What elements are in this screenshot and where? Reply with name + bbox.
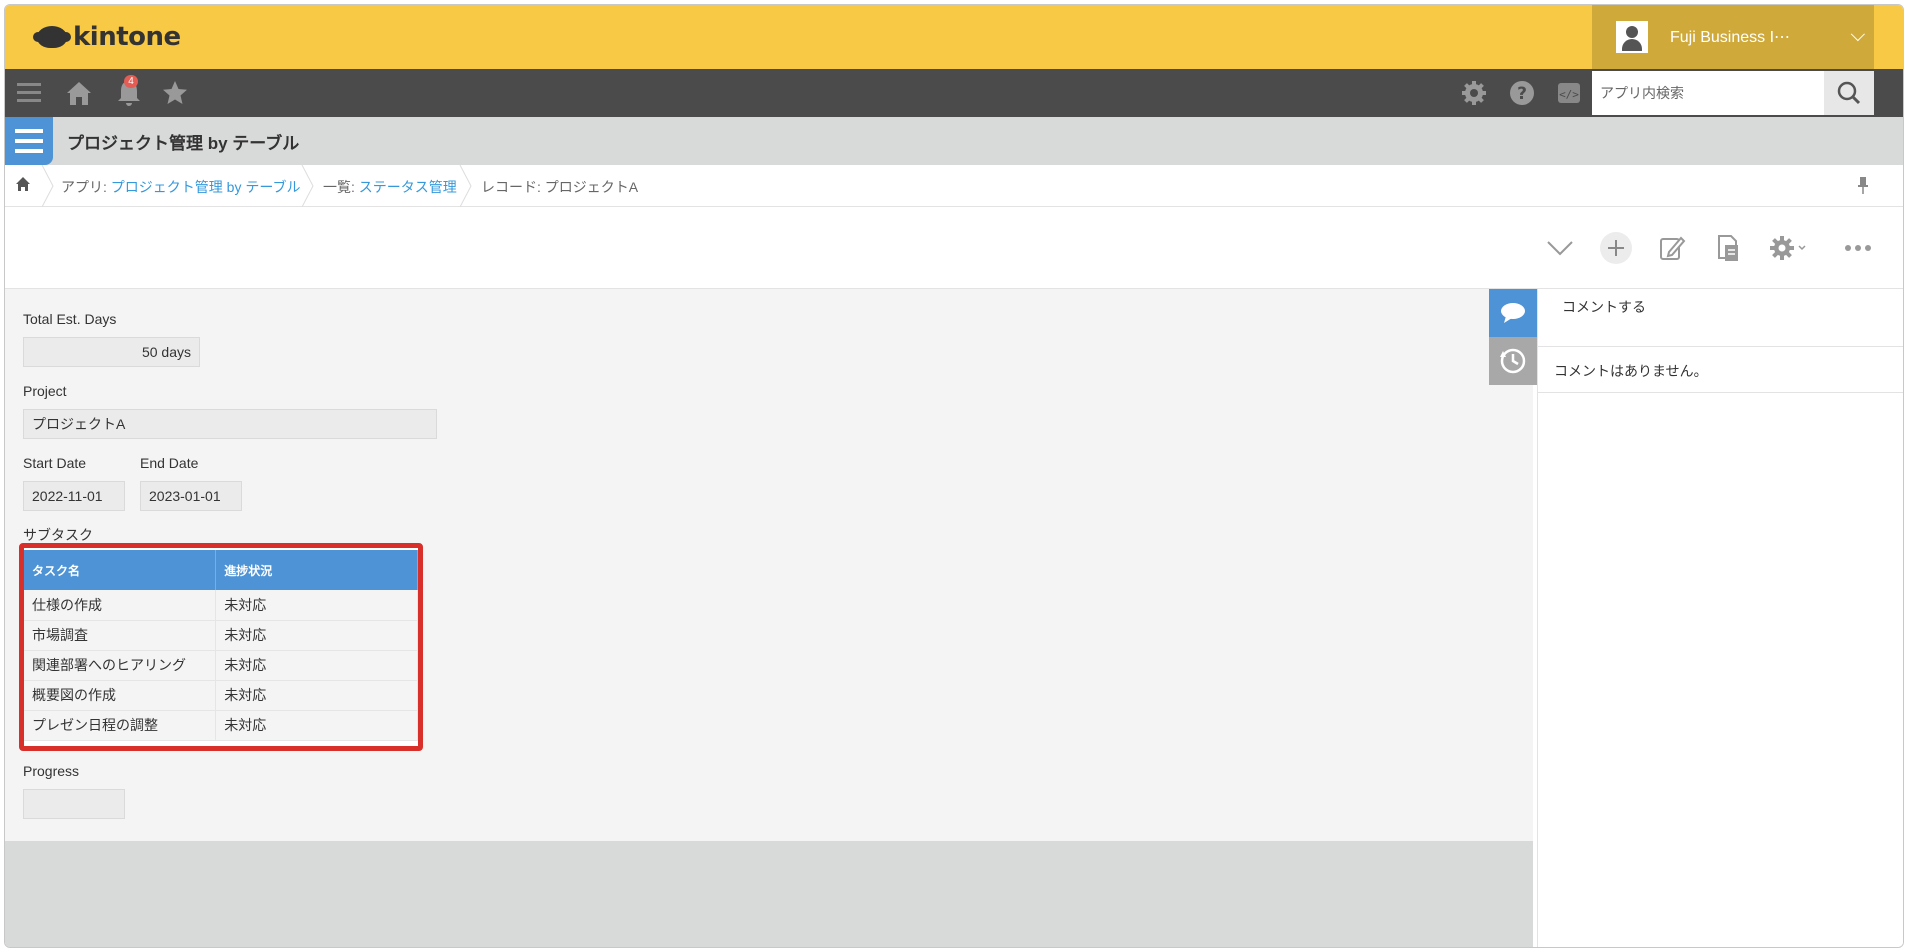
task-name-cell: 仕様の作成: [24, 590, 217, 621]
more-options-icon[interactable]: [1841, 231, 1875, 265]
subtask-table: タスク名 進捗状況 仕様の作成 未対応 市場調査 未対応 関連部署へのヒアリング…: [24, 550, 418, 741]
record-detail-area: Total Est. Days 50 days Project プロジェクトA …: [5, 289, 1533, 947]
app-title-bar: プロジェクト管理 by テーブル: [5, 117, 1903, 165]
global-header: kintone Fuji Business I⋯: [5, 5, 1903, 69]
subtable-highlight: タスク名 進捗状況 仕様の作成 未対応 市場調査 未対応 関連部署へのヒアリング…: [19, 543, 423, 751]
app-window: kintone Fuji Business I⋯ 4 ? </> アプリ内検索 …: [4, 4, 1904, 948]
pin-icon[interactable]: [1855, 175, 1871, 195]
record-form: Total Est. Days 50 days Project プロジェクトA …: [5, 289, 1533, 841]
start-date-label: Start Date: [23, 455, 87, 471]
end-date-label: End Date: [140, 455, 199, 471]
hamburger-menu-icon[interactable]: [13, 77, 45, 109]
record-settings-gear-icon[interactable]: [1767, 231, 1813, 265]
svg-text:?: ?: [1517, 84, 1527, 104]
task-name-cell: 市場調査: [24, 620, 217, 651]
breadcrumb-separator: [301, 165, 314, 207]
task-name-cell: 関連部署へのヒアリング: [24, 650, 217, 681]
chevron-down-icon[interactable]: [1543, 231, 1577, 265]
project-label: Project: [23, 383, 67, 399]
end-date-value: 2023-01-01: [140, 481, 242, 511]
tab-comments[interactable]: [1489, 289, 1537, 337]
record-action-bar: [5, 207, 1903, 289]
user-name: Fuji Business I⋯: [1670, 29, 1791, 46]
total-est-days-value: 50 days: [23, 337, 200, 367]
task-status-cell: 未対応: [215, 680, 418, 711]
task-name-cell: 概要図の作成: [24, 680, 217, 711]
no-comments-message: コメントはありません。: [1538, 347, 1903, 393]
table-row: プレゼン日程の調整 未対応: [24, 710, 418, 741]
comment-bubble-icon: [1501, 303, 1525, 323]
breadcrumb-view-link[interactable]: ステータス管理: [359, 179, 457, 195]
breadcrumb: アプリ: プロジェクト管理 by テーブル 一覧: ステータス管理 レコード: …: [5, 165, 1903, 207]
breadcrumb-view-prefix: 一覧:: [323, 179, 359, 195]
task-status-cell: 未対応: [215, 620, 418, 651]
subtable-label: サブタスク: [23, 527, 93, 543]
task-name-cell: プレゼン日程の調整: [24, 710, 217, 741]
svg-text:</>: </>: [1559, 88, 1579, 101]
table-row: 仕様の作成 未対応: [24, 590, 418, 621]
breadcrumb-app-prefix: アプリ:: [61, 179, 111, 195]
search-button[interactable]: [1824, 71, 1874, 115]
breadcrumb-app-link[interactable]: プロジェクト管理 by テーブル: [111, 179, 301, 195]
global-toolbar: 4 ? </>: [5, 69, 1903, 117]
tab-history[interactable]: [1489, 337, 1537, 385]
breadcrumb-record: レコード: プロジェクトA: [481, 179, 639, 195]
task-status-cell: 未対応: [215, 650, 418, 681]
start-date-value: 2022-11-01: [23, 481, 125, 511]
table-row: 市場調査 未対応: [24, 620, 418, 651]
user-menu[interactable]: Fuji Business I⋯: [1592, 5, 1874, 69]
help-icon[interactable]: ?: [1506, 77, 1538, 109]
task-status-cell: 未対応: [215, 710, 418, 741]
breadcrumb-home-icon[interactable]: [15, 175, 31, 196]
breadcrumb-separator: [41, 165, 54, 207]
settings-gear-icon[interactable]: [1458, 77, 1490, 109]
column-header-progress-status: 進捗状況: [215, 550, 418, 590]
breadcrumb-separator: [459, 165, 472, 207]
table-row: 関連部署へのヒアリング 未対応: [24, 650, 418, 681]
task-status-cell: 未対応: [215, 590, 418, 621]
comment-input[interactable]: コメントする: [1538, 289, 1903, 347]
table-header-row: タスク名 進捗状況: [24, 550, 418, 590]
home-icon[interactable]: [63, 77, 95, 109]
edit-pencil-icon[interactable]: [1655, 231, 1689, 265]
kintone-logo[interactable]: kintone: [33, 19, 181, 55]
total-est-days-label: Total Est. Days: [23, 311, 117, 327]
comments-panel: コメントする コメントはありません。: [1537, 289, 1903, 947]
logo-text: kintone: [73, 22, 181, 52]
add-record-button[interactable]: [1599, 231, 1633, 265]
favorites-star-icon[interactable]: [159, 77, 191, 109]
app-list-icon[interactable]: [5, 117, 53, 165]
project-value: プロジェクトA: [23, 409, 437, 439]
notification-badge: 4: [124, 75, 138, 88]
breadcrumb-view: 一覧: ステータス管理: [323, 177, 457, 197]
user-avatar-icon: [1616, 21, 1648, 53]
column-header-task-name: タスク名: [24, 550, 217, 590]
progress-label: Progress: [23, 763, 80, 779]
history-clock-icon: [1500, 348, 1526, 374]
progress-value: [23, 789, 125, 819]
code-icon[interactable]: </>: [1553, 77, 1585, 109]
breadcrumb-app: アプリ: プロジェクト管理 by テーブル: [61, 177, 301, 197]
app-search-input[interactable]: [1592, 71, 1824, 115]
kintone-logo-icon: [33, 26, 71, 48]
table-row: 概要図の作成 未対応: [24, 680, 418, 711]
chevron-down-icon: [1850, 27, 1865, 42]
duplicate-record-icon[interactable]: [1711, 231, 1745, 265]
app-title: プロジェクト管理 by テーブル: [67, 134, 300, 153]
